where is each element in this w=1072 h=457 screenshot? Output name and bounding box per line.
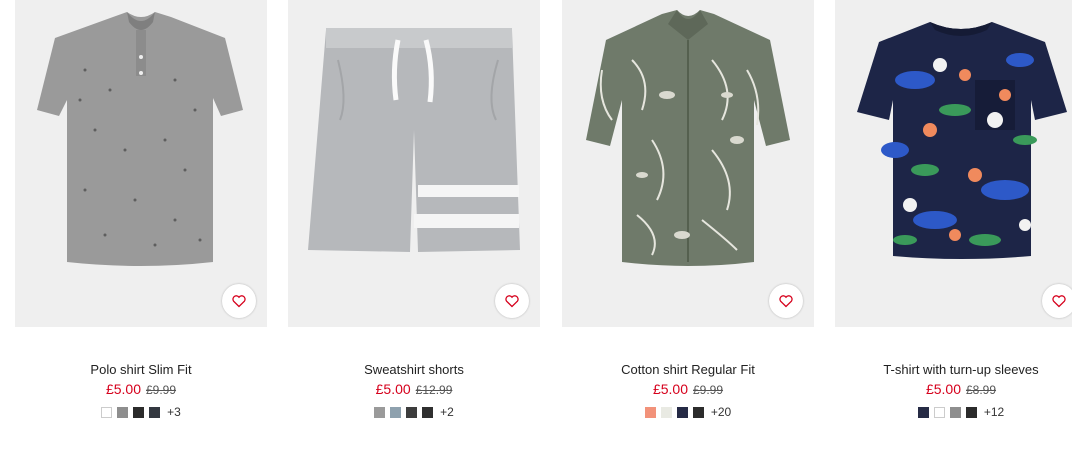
product-info: Sweatshirt shorts £5.00 £12.99 +2 [288,362,540,419]
product-card[interactable]: Cotton shirt Regular Fit £5.00 £9.99 +20 [562,0,814,419]
heart-outline-icon [505,295,519,308]
heart-outline-icon [232,295,246,308]
heart-outline-icon [779,295,793,308]
cotton-shirt-image [586,10,790,266]
color-swatch[interactable] [101,406,113,418]
favourite-button[interactable] [222,284,256,318]
product-image[interactable] [15,0,267,327]
color-swatch[interactable] [660,406,672,418]
sale-price: £5.00 [105,381,141,397]
product-prices: £5.00 £12.99 [288,382,540,398]
product-prices: £5.00 £9.99 [562,382,814,398]
more-colors-count[interactable]: +12 [984,405,1004,419]
color-swatches: +2 [288,405,540,419]
product-image[interactable] [288,0,540,327]
original-price: £12.99 [415,383,453,397]
product-card[interactable]: Sweatshirt shorts £5.00 £12.99 +2 [288,0,540,419]
floral-tshirt-image [857,22,1067,259]
color-swatch[interactable] [117,406,129,418]
product-title[interactable]: Cotton shirt Regular Fit [562,362,814,377]
favourite-button[interactable] [495,284,529,318]
sale-price: £5.00 [375,381,411,397]
product-image[interactable] [562,0,814,327]
product-prices: £5.00 £8.99 [835,382,1072,398]
product-title[interactable]: T-shirt with turn-up sleeves [835,362,1072,377]
color-swatch[interactable] [965,406,977,418]
original-price: £9.99 [693,383,724,397]
color-swatch[interactable] [133,406,145,418]
product-title[interactable]: Polo shirt Slim Fit [15,362,267,377]
favourite-button[interactable] [1042,284,1072,318]
product-info: Polo shirt Slim Fit £5.00 £9.99 +3 [15,362,267,419]
color-swatch[interactable] [422,406,434,418]
more-colors-count[interactable]: +3 [167,405,181,419]
color-swatch[interactable] [692,406,704,418]
sweatshirt-shorts-image [308,28,520,252]
product-card[interactable]: Polo shirt Slim Fit £5.00 £9.99 +3 [15,0,267,419]
favourite-button[interactable] [769,284,803,318]
product-info: Cotton shirt Regular Fit £5.00 £9.99 +20 [562,362,814,419]
original-price: £8.99 [966,383,997,397]
color-swatches: +3 [15,405,267,419]
more-colors-count[interactable]: +20 [711,405,731,419]
product-image[interactable] [835,0,1072,327]
original-price: £9.99 [146,383,177,397]
product-card[interactable]: T-shirt with turn-up sleeves £5.00 £8.99 … [835,0,1072,419]
color-swatch[interactable] [949,406,961,418]
color-swatches: +12 [835,405,1072,419]
color-swatches: +20 [562,405,814,419]
color-swatch[interactable] [644,406,656,418]
color-swatch[interactable] [374,406,386,418]
color-swatch[interactable] [390,406,402,418]
color-swatch[interactable] [676,406,688,418]
color-swatch[interactable] [149,406,161,418]
heart-outline-icon [1052,295,1066,308]
more-colors-count[interactable]: +2 [440,405,454,419]
product-info: T-shirt with turn-up sleeves £5.00 £8.99 … [835,362,1072,419]
polo-shirt-image [37,12,243,266]
product-prices: £5.00 £9.99 [15,382,267,398]
sale-price: £5.00 [925,381,961,397]
color-swatch[interactable] [406,406,418,418]
color-swatch[interactable] [933,406,945,418]
product-title[interactable]: Sweatshirt shorts [288,362,540,377]
sale-price: £5.00 [652,381,688,397]
color-swatch[interactable] [917,406,929,418]
